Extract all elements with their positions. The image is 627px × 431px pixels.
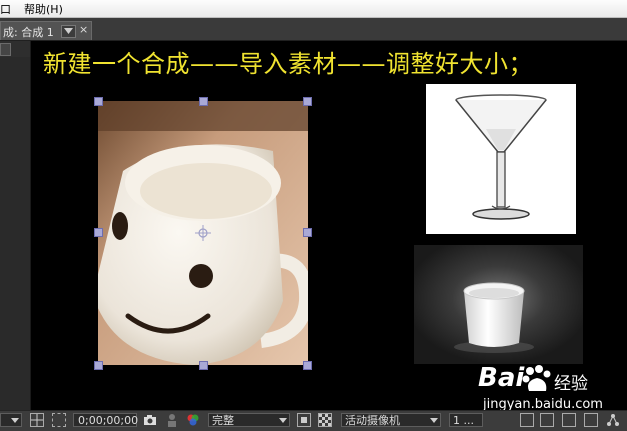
baidu-logo-text: Bai [478,363,525,393]
baidu-paw-icon [522,365,551,391]
fast-previews-icon[interactable] [540,413,554,427]
white-cup-image [414,245,583,364]
transform-handle[interactable] [94,361,103,370]
martini-glass-layer[interactable] [426,84,576,234]
white-cup-layer[interactable] [414,245,583,364]
show-snapshot-icon[interactable] [165,413,179,427]
baidu-jingyan-text: 经验 [554,374,588,394]
transform-handle[interactable] [94,97,103,106]
martini-glass-image [455,94,547,220]
camera-snapshot-icon[interactable] [143,413,157,427]
comp-flowchart-icon[interactable] [584,413,598,427]
color-channels-icon[interactable] [186,413,200,427]
viewer-status-bar: 0;00;00;00 完整 活动摄像机 1 ... [0,410,627,431]
anchor-point-icon[interactable] [195,225,211,241]
fast-preview-icon[interactable] [297,413,311,427]
transform-handle[interactable] [303,361,312,370]
flowchart-icon[interactable] [606,413,620,427]
camera-view-value: 活动摄像机 [345,414,400,427]
transform-handle[interactable] [303,228,312,237]
region-of-interest-icon[interactable] [52,413,66,427]
chevron-down-icon[interactable] [61,25,76,38]
composition-tab[interactable]: 成: 合成 1 × [0,21,92,40]
current-time-field[interactable]: 0;00;00;00 [73,413,138,427]
camera-view-select[interactable]: 活动摄像机 [341,413,441,427]
view-layout-select[interactable]: 1 ... [449,413,483,427]
menu-help[interactable]: 帮助(H) [24,1,63,17]
panel-toolbar [0,41,30,57]
composition-tab-label: 成: 合成 1 [3,26,54,39]
transform-handle[interactable] [303,97,312,106]
resolution-select[interactable]: 完整 [208,413,290,427]
transform-handle[interactable] [199,97,208,106]
transparency-grid-icon[interactable] [318,413,332,427]
menu-bar: 口 帮助(H) [0,0,627,18]
overlay-caption: 新建一个合成——导入素材——调整好大小； [43,50,533,78]
transform-handle[interactable] [199,361,208,370]
transform-handle[interactable] [94,228,103,237]
lock-button[interactable] [0,43,11,56]
view-layout-value: 1 ... [453,414,474,427]
left-panel [0,57,31,410]
grid-toggle-icon[interactable] [30,413,44,427]
magnification-select[interactable] [0,413,22,427]
close-icon[interactable]: × [79,23,88,36]
toggle-pixel-aspect-icon[interactable] [520,413,534,427]
menu-window-fragment[interactable]: 口 [0,1,11,17]
composition-tab-row: 成: 合成 1 × [0,18,627,41]
timeline-icon[interactable] [562,413,576,427]
resolution-value: 完整 [212,414,234,427]
